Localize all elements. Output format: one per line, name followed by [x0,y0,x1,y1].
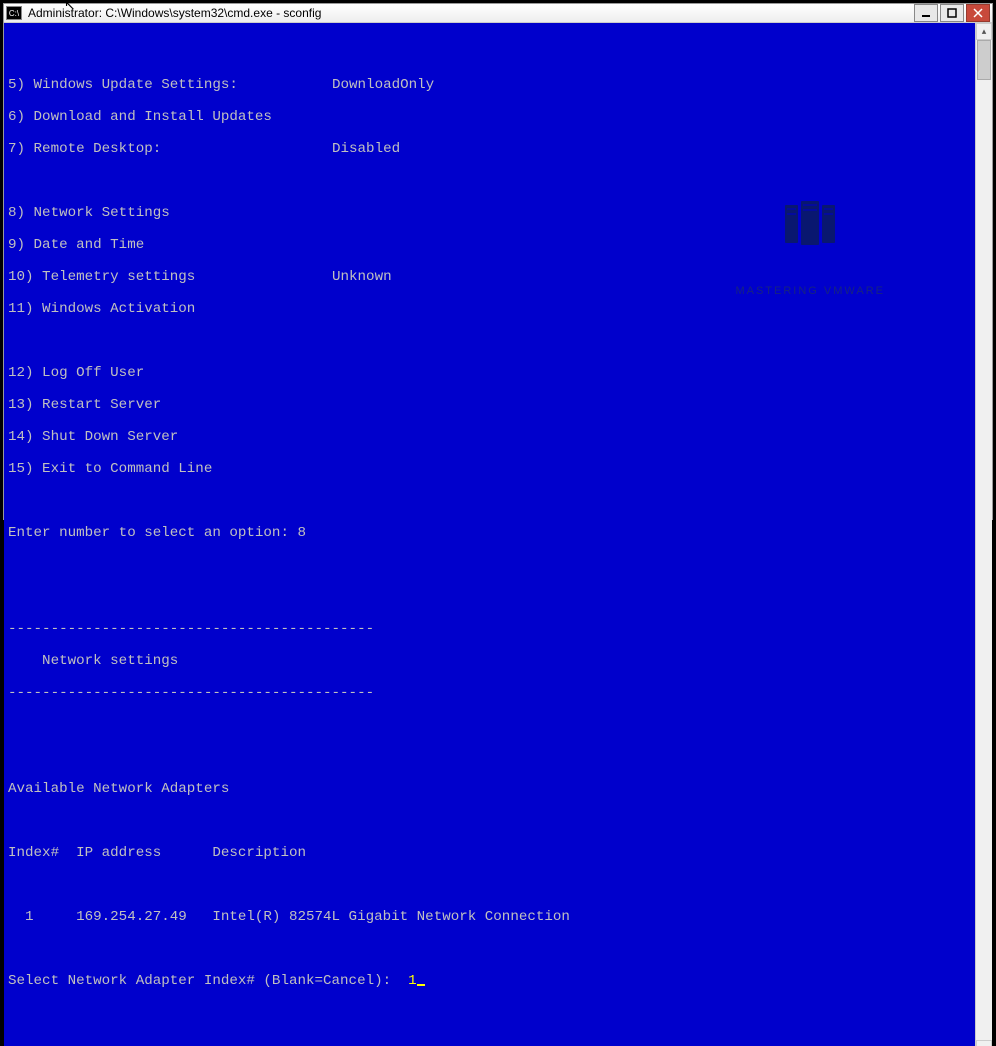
section-divider-top: ----------------------------------------… [8,621,971,637]
adapters-columns: Index# IP address Description [8,845,971,861]
titlebar[interactable]: C:\ Administrator: C:\Windows\system32\c… [4,4,992,23]
menu-item-7-label: 7) Remote Desktop: [8,141,332,157]
scroll-thumb[interactable] [977,40,991,80]
text-cursor [417,984,425,986]
cursor-arrow-icon: ↖ [64,0,76,15]
select-option-prompt: Enter number to select an option: [8,525,297,541]
menu-item-9-label: 9) Date and Time [8,237,332,253]
section-divider-bottom: ----------------------------------------… [8,685,971,701]
scroll-track[interactable] [976,40,992,1040]
menu-item-12-label: 12) Log Off User [8,365,332,381]
close-button[interactable] [966,4,990,22]
menu-item-5-value: DownloadOnly [332,77,434,93]
menu-item-10-value: Unknown [332,269,392,285]
menu-item-13-label: 13) Restart Server [8,397,332,413]
chevron-up-icon: ▴ [982,27,987,37]
menu-item-7-value: Disabled [332,141,400,157]
adapters-heading: Available Network Adapters [8,781,971,797]
select-adapter-value: 1 [408,973,417,989]
server-icon [735,205,885,245]
cmd-icon: C:\ [6,6,22,20]
menu-item-6-label: 6) Download and Install Updates [8,109,332,125]
maximize-icon [947,8,957,18]
menu-item-11-label: 11) Windows Activation [8,301,332,317]
scroll-up-button[interactable]: ▴ [976,23,992,40]
menu-item-8-label: 8) Network Settings [8,205,332,221]
close-icon [973,8,983,18]
maximize-button[interactable] [940,4,964,22]
select-adapter-prompt: Select Network Adapter Index# (Blank=Can… [8,973,408,989]
console-area: 5) Windows Update Settings:DownloadOnly … [4,23,992,1046]
select-option-value: 8 [297,525,306,541]
menu-item-15-label: 15) Exit to Command Line [8,461,332,477]
minimize-button[interactable] [914,4,938,22]
cmd-window: ↖ C:\ Administrator: C:\Windows\system32… [3,3,993,520]
watermark-text: MASTERING VMWARE [735,283,885,299]
console-output[interactable]: 5) Windows Update Settings:DownloadOnly … [4,23,975,1046]
chevron-down-icon: ▾ [982,1044,987,1046]
minimize-icon [921,8,931,18]
section-title: Network settings [8,653,971,669]
menu-item-5-label: 5) Windows Update Settings: [8,77,332,93]
window-title: Administrator: C:\Windows\system32\cmd.e… [28,6,912,20]
menu-item-14-label: 14) Shut Down Server [8,429,332,445]
vertical-scrollbar[interactable]: ▴ ▾ [975,23,992,1046]
menu-item-10-label: 10) Telemetry settings [8,269,332,285]
scroll-down-button[interactable]: ▾ [976,1040,992,1046]
watermark: MASTERING VMWARE [735,173,885,331]
adapter-row: 1 169.254.27.49 Intel(R) 82574L Gigabit … [8,909,971,925]
